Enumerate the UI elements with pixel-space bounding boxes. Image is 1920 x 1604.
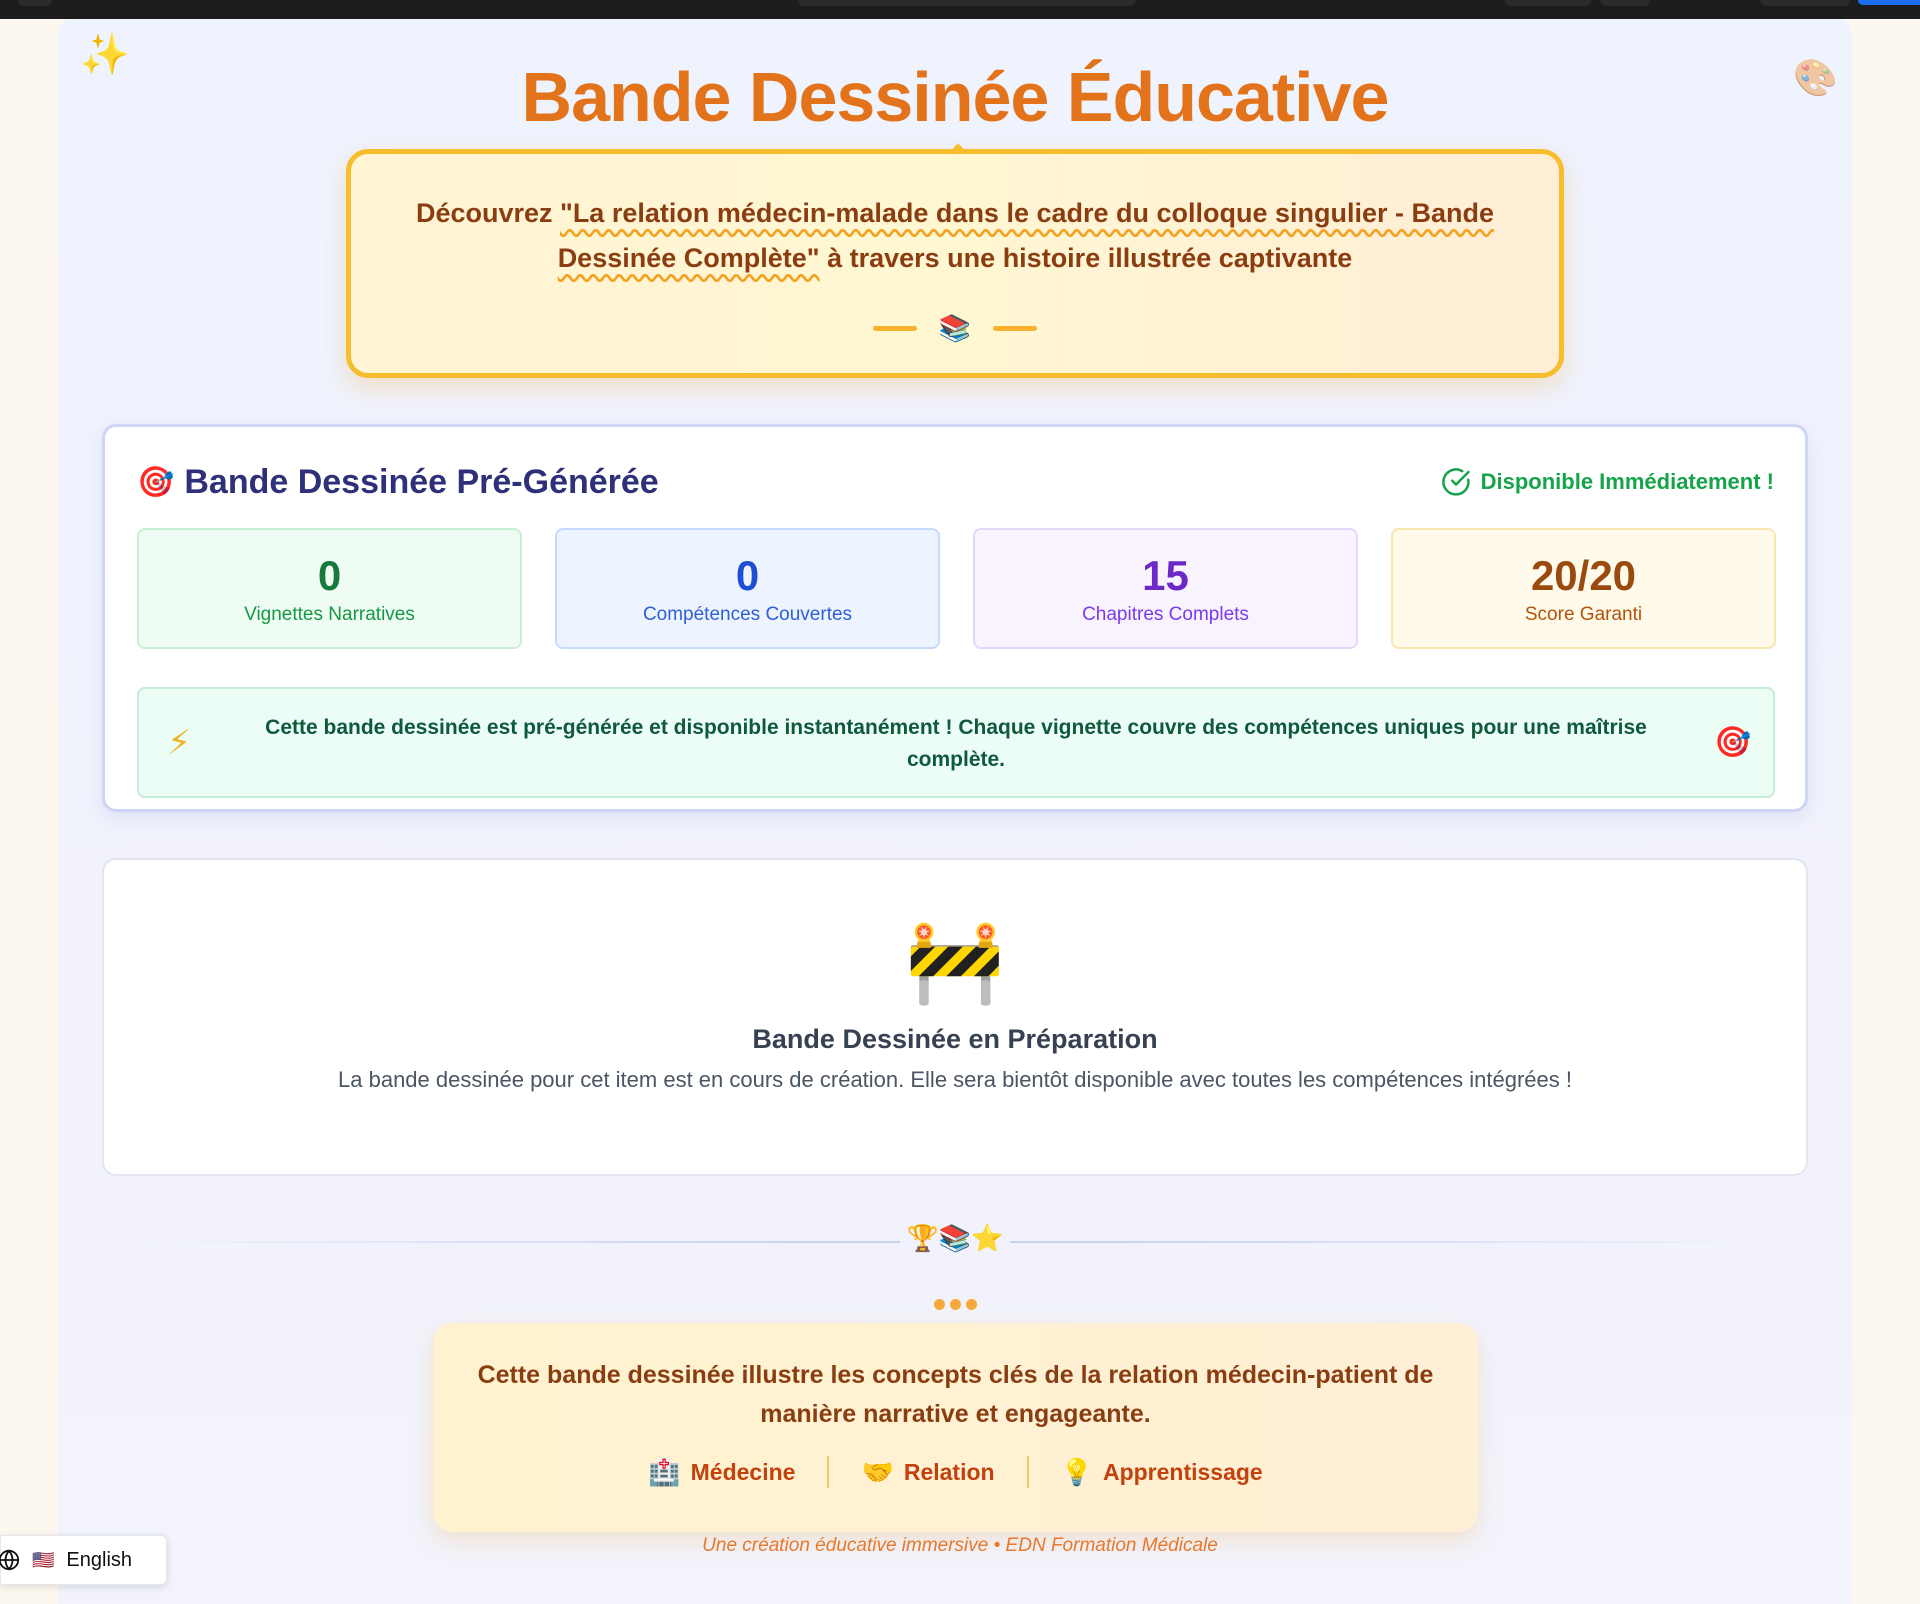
preparation-title: Bande Dessinée en Préparation (752, 1024, 1158, 1054)
books-icon: 📚 (938, 313, 972, 343)
pregenerated-header: 🎯 Bande Dessinée Pré-Générée (137, 463, 659, 502)
stat-label: Score Garanti (1524, 604, 1643, 625)
stat-value: 0 (317, 552, 342, 599)
preparation-card: 🚧 Bande Dessinée en Préparation La bande… (102, 858, 1808, 1176)
lightning-icon: ⚡ (167, 723, 191, 762)
stat-label: Chapitres Complets (1082, 604, 1249, 625)
tag-label: Relation (903, 1458, 995, 1485)
intro-text: Découvrez "La relation médecin-malade da… (390, 191, 1520, 281)
tag-medecine: 🏥 Médecine (616, 1457, 827, 1488)
dot (949, 1299, 961, 1310)
address-bar-stub (798, 0, 1136, 6)
tag-relation: 🤝 Relation (829, 1457, 1026, 1488)
availability-label: Disponible Immédiatement ! (1480, 469, 1774, 494)
conclusion-text: Cette bande dessinée illustre les concep… (477, 1361, 1434, 1428)
language-switcher[interactable]: 🇺🇸 English (0, 1535, 167, 1585)
us-flag-icon: 🇺🇸 (32, 1549, 55, 1570)
stat-card-competences: 0 Compétences Couvertes (555, 528, 940, 649)
stat-value: 20/20 (1530, 552, 1637, 599)
tag-label: Apprentissage (1102, 1458, 1263, 1485)
toolbar-stub (1760, 0, 1850, 6)
pregenerated-title: Bande Dessinée Pré-Générée (184, 463, 659, 501)
preparation-text: La bande dessinée pour cet item est en c… (338, 1067, 1572, 1092)
toolbar-stub (1600, 0, 1650, 6)
footer-credit: Une création éducative immersive • EDN F… (702, 1535, 1218, 1556)
intro-prefix: Découvrez (415, 198, 561, 228)
toolbar-stub (1505, 0, 1591, 6)
conclusion-card: Cette bande dessinée illustre les concep… (433, 1323, 1478, 1532)
browser-action-button[interactable] (1858, 0, 1920, 5)
stat-card-chapitres: 15 Chapitres Complets (973, 528, 1358, 649)
tag-label: Médecine (690, 1458, 796, 1485)
globe-icon (0, 1549, 20, 1571)
lightbulb-icon: 💡 (1060, 1456, 1093, 1487)
stat-label: Vignettes Narratives (244, 604, 415, 625)
tab-stub (18, 0, 52, 6)
banner-notch (952, 143, 964, 155)
trophy-books-star-icons: 🏆📚⭐ (900, 1223, 1010, 1253)
dot (933, 1299, 945, 1310)
intro-suffix: à travers une histoire illustrée captiva… (819, 243, 1353, 273)
target-icon: 🎯 (1714, 726, 1752, 759)
divider-bar (993, 326, 1038, 331)
tag-apprentissage: 💡 Apprentissage (1029, 1457, 1295, 1488)
tag-row: 🏥 Médecine 🤝 Relation 💡 Apprentissage (433, 1456, 1478, 1488)
language-label: English (66, 1548, 133, 1571)
stats-row: 0 Vignettes Narratives 0 Compétences Cou… (137, 528, 1776, 649)
pregenerated-card: 🎯 Bande Dessinée Pré-Générée Disponible … (102, 424, 1808, 812)
stat-card-vignettes: 0 Vignettes Narratives (137, 528, 522, 649)
instant-notice: ⚡ Cette bande dessinée est pré-générée e… (137, 687, 1775, 798)
dot (965, 1299, 977, 1310)
separator-icons: 🏆📚⭐ (58, 1223, 1852, 1254)
browser-top-bar (0, 0, 1920, 19)
stat-value: 15 (1142, 552, 1189, 599)
intro-divider: 📚 (351, 313, 1559, 344)
dots-ornament (58, 1299, 1852, 1310)
page-title: Bande Dessinée Éducative (521, 58, 1390, 136)
comic-page: ✨ 🎨 Bande Dessinée Éducative Découvrez "… (58, 19, 1852, 1604)
intro-banner: Découvrez "La relation médecin-malade da… (346, 143, 1564, 378)
stat-card-score: 20/20 Score Garanti (1391, 528, 1776, 649)
divider-bar (872, 326, 917, 331)
availability-status: Disponible Immédiatement ! (1441, 467, 1774, 497)
check-circle-icon (1441, 468, 1470, 496)
notice-text: Cette bande dessinée est pré-générée et … (265, 715, 1647, 771)
target-icon: 🎯 (137, 466, 175, 499)
stat-label: Compétences Couvertes (642, 604, 853, 625)
stat-value: 0 (735, 552, 760, 599)
construction-icon: 🚧 (905, 917, 1005, 1006)
handshake-icon: 🤝 (861, 1456, 894, 1487)
hospital-icon: 🏥 (648, 1456, 681, 1487)
